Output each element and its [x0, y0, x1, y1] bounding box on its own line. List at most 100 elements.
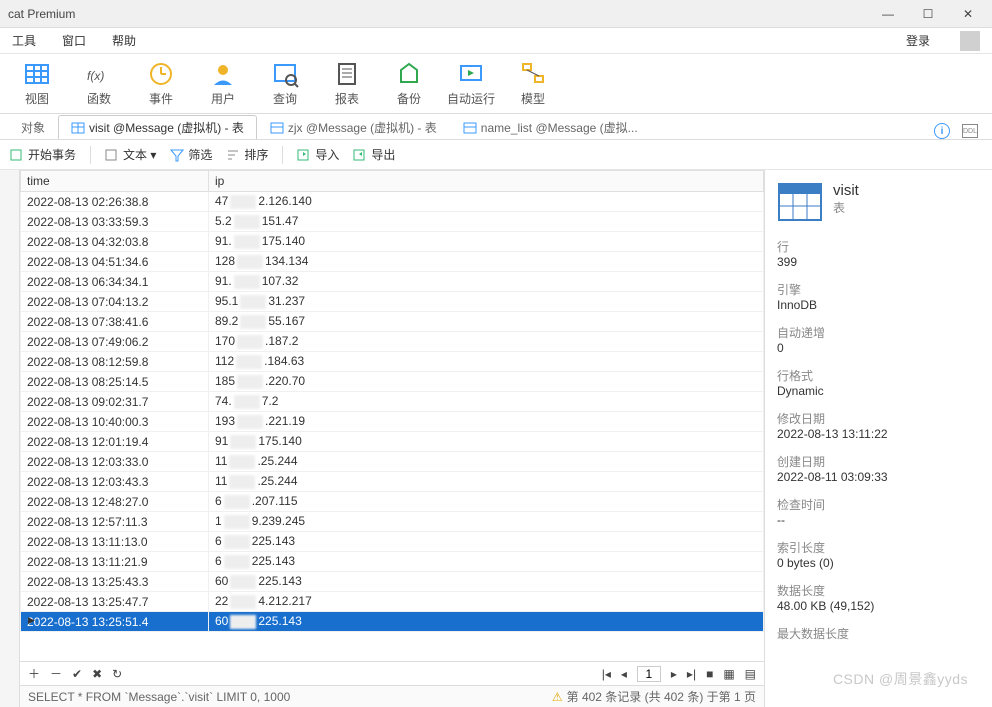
- filter-button[interactable]: 筛选: [170, 146, 212, 163]
- next-page-button[interactable]: ▸: [671, 667, 677, 681]
- menu-tools[interactable]: 工具: [12, 32, 36, 49]
- maximize-button[interactable]: ☐: [908, 0, 948, 28]
- table-row[interactable]: 2022-08-13 12:01:19.491175.140: [21, 432, 764, 452]
- cell-time[interactable]: 2022-08-13 13:25:47.7: [21, 592, 209, 612]
- menu-help[interactable]: 帮助: [112, 32, 136, 49]
- delete-row-button[interactable]: －: [50, 665, 62, 682]
- data-grid[interactable]: time ip 2022-08-13 02:26:38.8472.126.140…: [20, 170, 764, 632]
- table-row[interactable]: 2022-08-13 09:02:31.774.7.2: [21, 392, 764, 412]
- cell-ip[interactable]: 6.207.115: [209, 492, 764, 512]
- table-row[interactable]: 2022-08-13 04:32:03.891.175.140: [21, 232, 764, 252]
- cell-time[interactable]: 2022-08-13 12:03:43.3: [21, 472, 209, 492]
- prev-page-button[interactable]: ◂: [621, 667, 627, 681]
- tool-model[interactable]: 模型: [504, 57, 562, 111]
- table-row[interactable]: 2022-08-13 07:49:06.2170.187.2: [21, 332, 764, 352]
- cell-time[interactable]: 2022-08-13 10:40:00.3: [21, 412, 209, 432]
- table-row[interactable]: 2022-08-13 13:11:21.96225.143: [21, 552, 764, 572]
- table-row[interactable]: 2022-08-13 13:25:51.460225.143: [21, 612, 764, 632]
- stop-button[interactable]: ■: [706, 667, 713, 681]
- table-row[interactable]: 2022-08-13 13:11:13.06225.143: [21, 532, 764, 552]
- avatar[interactable]: [960, 31, 980, 51]
- cell-time[interactable]: 2022-08-13 13:25:51.4: [21, 612, 209, 632]
- table-row[interactable]: 2022-08-13 02:26:38.8472.126.140: [21, 192, 764, 212]
- grid-view-button[interactable]: ▦: [723, 667, 734, 681]
- cell-ip[interactable]: 91175.140: [209, 432, 764, 452]
- cell-ip[interactable]: 6225.143: [209, 532, 764, 552]
- cell-ip[interactable]: 95.131.237: [209, 292, 764, 312]
- tool-event[interactable]: 事件: [132, 57, 190, 111]
- table-row[interactable]: 2022-08-13 08:25:14.5185.220.70: [21, 372, 764, 392]
- info-icon[interactable]: i: [934, 123, 950, 139]
- cell-ip[interactable]: 472.126.140: [209, 192, 764, 212]
- cell-time[interactable]: 2022-08-13 07:38:41.6: [21, 312, 209, 332]
- cell-ip[interactable]: 60225.143: [209, 572, 764, 592]
- cell-time[interactable]: 2022-08-13 02:26:38.8: [21, 192, 209, 212]
- cell-time[interactable]: 2022-08-13 06:34:34.1: [21, 272, 209, 292]
- tab-namelist[interactable]: name_list @Message (虚拟...: [450, 115, 651, 139]
- table-row[interactable]: 2022-08-13 12:03:43.311.25.244: [21, 472, 764, 492]
- text-mode-button[interactable]: 文本 ▾: [105, 146, 156, 163]
- last-page-button[interactable]: ▸|: [687, 667, 696, 681]
- cell-ip[interactable]: 193.221.19: [209, 412, 764, 432]
- ddl-icon[interactable]: DDL: [962, 124, 978, 138]
- cell-ip[interactable]: 11.25.244: [209, 452, 764, 472]
- cell-ip[interactable]: 128134.134: [209, 252, 764, 272]
- tool-report[interactable]: 报表: [318, 57, 376, 111]
- table-row[interactable]: 2022-08-13 07:04:13.295.131.237: [21, 292, 764, 312]
- minimize-button[interactable]: —: [868, 0, 908, 28]
- table-row[interactable]: 2022-08-13 12:03:33.011.25.244: [21, 452, 764, 472]
- cell-time[interactable]: 2022-08-13 08:12:59.8: [21, 352, 209, 372]
- cell-time[interactable]: 2022-08-13 04:51:34.6: [21, 252, 209, 272]
- cell-time[interactable]: 2022-08-13 12:48:27.0: [21, 492, 209, 512]
- cell-time[interactable]: 2022-08-13 09:02:31.7: [21, 392, 209, 412]
- cell-time[interactable]: 2022-08-13 12:01:19.4: [21, 432, 209, 452]
- menu-window[interactable]: 窗口: [62, 32, 86, 49]
- form-view-button[interactable]: ▤: [745, 667, 756, 681]
- tool-autorun[interactable]: 自动运行: [442, 57, 500, 111]
- cell-ip[interactable]: 112.184.63: [209, 352, 764, 372]
- sort-button[interactable]: 排序: [226, 146, 268, 163]
- export-button[interactable]: 导出: [353, 146, 395, 163]
- tab-visit[interactable]: visit @Message (虚拟机) - 表: [58, 115, 257, 139]
- table-wrap[interactable]: time ip 2022-08-13 02:26:38.8472.126.140…: [20, 170, 764, 661]
- close-button[interactable]: ✕: [948, 0, 988, 28]
- cell-ip[interactable]: 185.220.70: [209, 372, 764, 392]
- tool-query[interactable]: 查询: [256, 57, 314, 111]
- cancel-button[interactable]: ✖: [92, 667, 102, 681]
- cell-ip[interactable]: 170.187.2: [209, 332, 764, 352]
- apply-button[interactable]: ✔: [72, 667, 82, 681]
- table-row[interactable]: 2022-08-13 13:25:43.360225.143: [21, 572, 764, 592]
- table-row[interactable]: 2022-08-13 08:12:59.8112.184.63: [21, 352, 764, 372]
- refresh-button[interactable]: ↻: [112, 667, 122, 681]
- login-link[interactable]: 登录: [906, 32, 930, 49]
- cell-ip[interactable]: 11.25.244: [209, 472, 764, 492]
- cell-ip[interactable]: 6225.143: [209, 552, 764, 572]
- col-time[interactable]: time: [21, 171, 209, 192]
- cell-ip[interactable]: 5.2151.47: [209, 212, 764, 232]
- cell-time[interactable]: 2022-08-13 07:04:13.2: [21, 292, 209, 312]
- page-input[interactable]: [637, 666, 661, 682]
- table-row[interactable]: 2022-08-13 12:57:11.319.239.245: [21, 512, 764, 532]
- cell-ip[interactable]: 91.175.140: [209, 232, 764, 252]
- cell-time[interactable]: 2022-08-13 12:03:33.0: [21, 452, 209, 472]
- cell-time[interactable]: 2022-08-13 07:49:06.2: [21, 332, 209, 352]
- table-row[interactable]: 2022-08-13 12:48:27.06.207.115: [21, 492, 764, 512]
- cell-ip[interactable]: 224.212.217: [209, 592, 764, 612]
- cell-time[interactable]: 2022-08-13 12:57:11.3: [21, 512, 209, 532]
- table-row[interactable]: 2022-08-13 03:33:59.35.2151.47: [21, 212, 764, 232]
- cell-time[interactable]: 2022-08-13 13:25:43.3: [21, 572, 209, 592]
- tab-zjx[interactable]: zjx @Message (虚拟机) - 表: [257, 115, 450, 139]
- tab-objects[interactable]: 对象: [8, 115, 58, 139]
- add-row-button[interactable]: ＋: [28, 665, 40, 682]
- tool-function[interactable]: f(x) 函数: [70, 57, 128, 111]
- tool-view[interactable]: 视图: [8, 57, 66, 111]
- table-row[interactable]: 2022-08-13 06:34:34.191.107.32: [21, 272, 764, 292]
- table-row[interactable]: 2022-08-13 07:38:41.689.255.167: [21, 312, 764, 332]
- cell-ip[interactable]: 91.107.32: [209, 272, 764, 292]
- table-row[interactable]: 2022-08-13 04:51:34.6128134.134: [21, 252, 764, 272]
- table-row[interactable]: 2022-08-13 13:25:47.7224.212.217: [21, 592, 764, 612]
- cell-ip[interactable]: 19.239.245: [209, 512, 764, 532]
- cell-time[interactable]: 2022-08-13 04:32:03.8: [21, 232, 209, 252]
- cell-ip[interactable]: 89.255.167: [209, 312, 764, 332]
- col-ip[interactable]: ip: [209, 171, 764, 192]
